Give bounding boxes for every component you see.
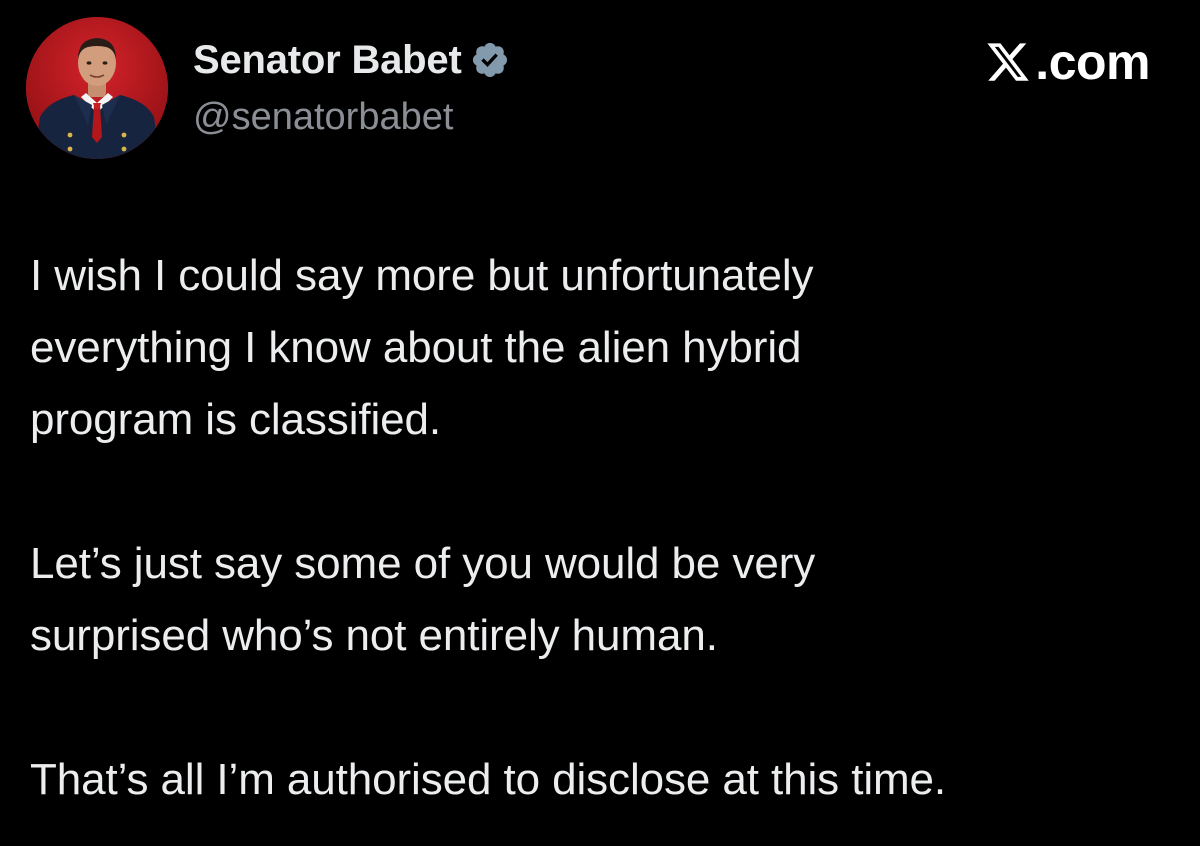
tweet-text: I wish I could say more but unfortunatel…: [30, 240, 1180, 816]
author-avatar[interactable]: [26, 17, 168, 159]
author-handle[interactable]: @senatorbabet: [193, 94, 453, 140]
tweet-paragraph: Let’s just say some of you would be very…: [30, 539, 816, 660]
tweet-card: Senator Babet @senatorbabet .com I wish …: [0, 0, 1200, 846]
x-com-watermark: .com: [985, 34, 1150, 90]
avatar-portrait-image: [26, 17, 168, 159]
x-logo-icon: [985, 39, 1031, 85]
tweet-paragraph: I wish I could say more but unfortunatel…: [30, 251, 814, 444]
author-display-name[interactable]: Senator Babet: [193, 36, 462, 84]
watermark-text: .com: [1035, 34, 1150, 90]
tweet-paragraph: That’s all I’m authorised to disclose at…: [30, 755, 947, 804]
verified-badge-icon: [470, 40, 510, 80]
author-name-row: Senator Babet: [193, 36, 510, 84]
